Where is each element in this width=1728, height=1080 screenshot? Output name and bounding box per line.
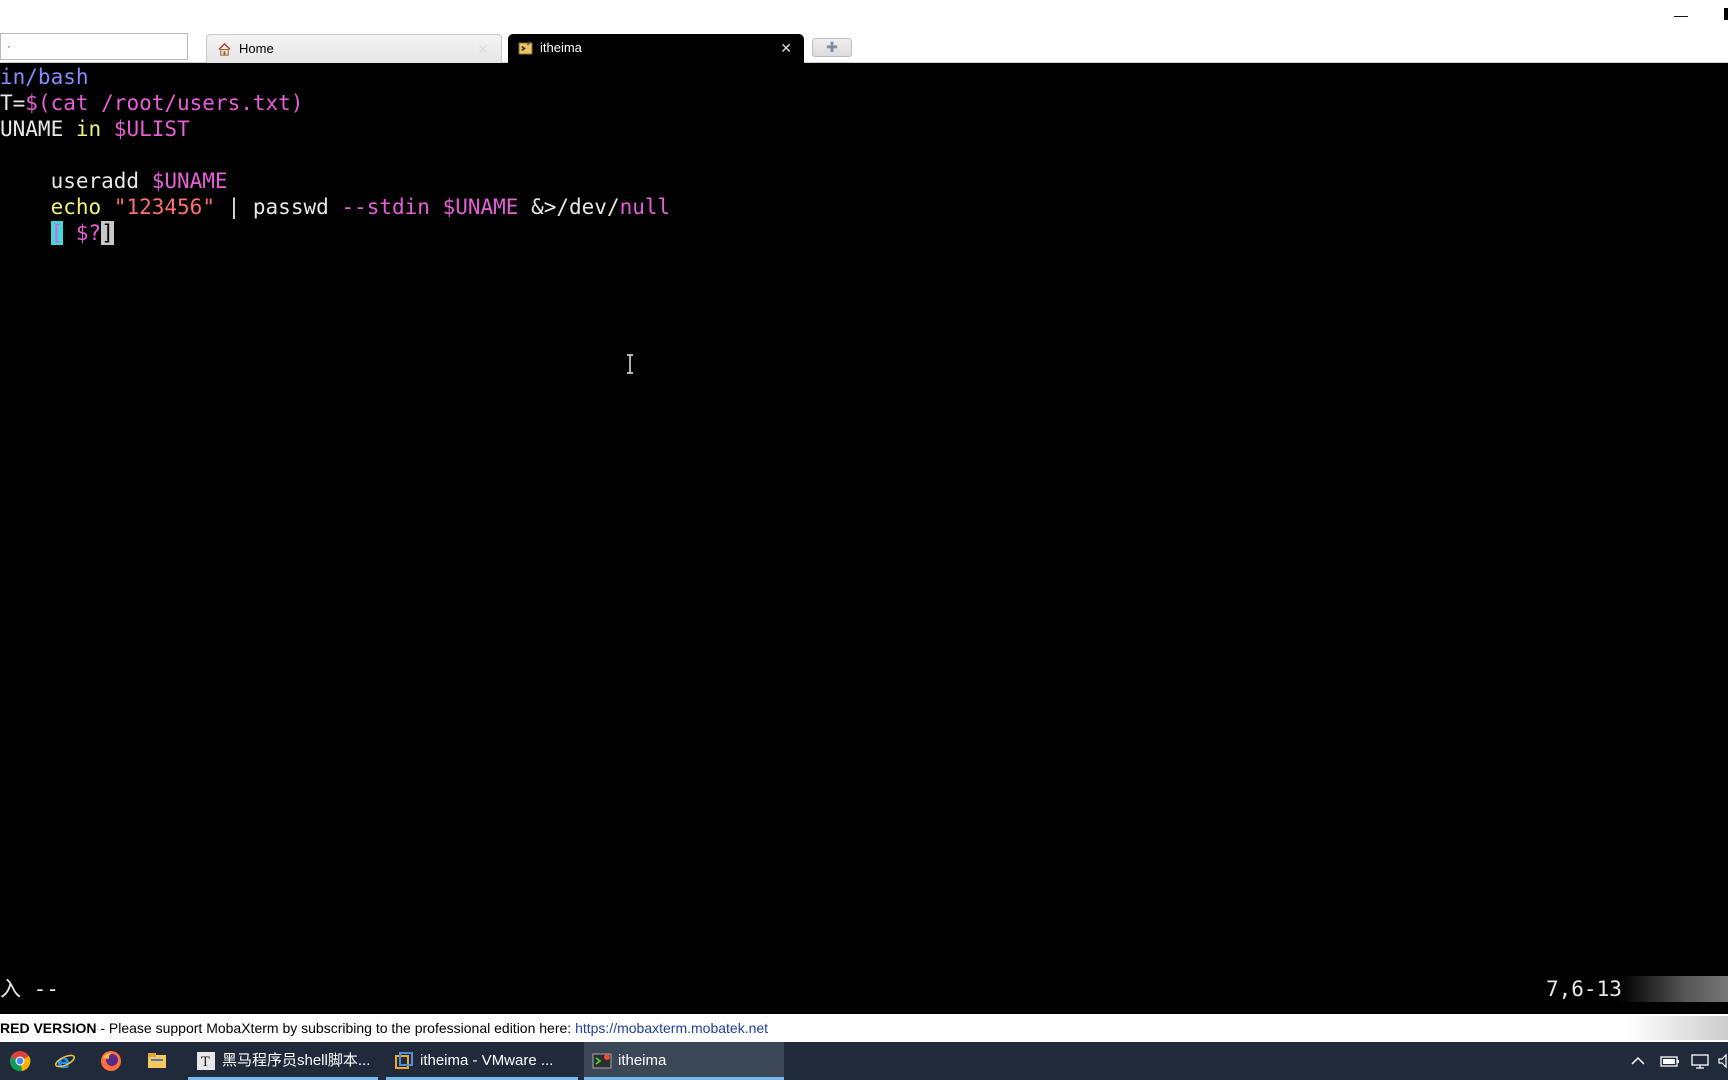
taskbar-app-label: itheima [618, 1052, 667, 1069]
code-token: echo [50, 195, 102, 219]
typora-icon: T [197, 1052, 215, 1070]
code-token: useradd [0, 169, 152, 193]
code-line-5: useradd $UNAME [0, 168, 228, 194]
tab-itheima-label: itheima [540, 40, 582, 55]
minimize-button[interactable]: — [1666, 4, 1696, 26]
text-cursor: ] [101, 221, 114, 245]
vim-cursor-position: 7,6-13 [1546, 977, 1622, 1001]
volume-icon[interactable] [1718, 1052, 1728, 1070]
quick-connect-input[interactable]: · [0, 33, 188, 60]
taskbar-app-label: 黑马程序员shell脚本... [222, 1052, 371, 1069]
taskbar-app-typora[interactable]: T 黑马程序员shell脚本... [188, 1042, 378, 1080]
tab-home-close-icon[interactable]: ✕ [477, 35, 489, 63]
code-token: in/bash [0, 65, 89, 89]
session-tab-bar: · Home ✕ itheima ✕ ✚ [0, 30, 1728, 63]
tab-itheima[interactable]: itheima ✕ [508, 34, 804, 63]
code-token: null [619, 195, 671, 219]
code-token: &>/dev/ [518, 195, 620, 219]
code-line-7: [ $?] [0, 220, 114, 246]
code-token: in [75, 117, 102, 141]
code-token: --stdin [341, 195, 430, 219]
code-token: $(cat /root/users.txt) [25, 91, 304, 115]
tab-home[interactable]: Home ✕ [206, 34, 502, 63]
banner-title: RED VERSION [0, 1020, 97, 1036]
internet-explorer-icon[interactable]: e [54, 1050, 76, 1072]
battery-icon[interactable] [1660, 1052, 1680, 1070]
taskbar-app-vmware[interactable]: itheima - VMware ... [386, 1042, 578, 1080]
windows-taskbar: e T 黑马程序员shell脚本... itheima - VMware ... [0, 1042, 1728, 1080]
svg-text:e: e [57, 1051, 70, 1072]
file-explorer-icon[interactable] [146, 1050, 168, 1072]
taskbar-app-label: itheima - VMware ... [420, 1052, 554, 1069]
code-line-2: T=$(cat /root/users.txt) [0, 90, 303, 116]
unregistered-banner: RED VERSION - Please support MobaXterm b… [0, 1014, 1728, 1042]
mouse-ibeam-cursor-icon [627, 354, 633, 374]
banner-link[interactable]: https://mobaxterm.mobatek.net [575, 1020, 768, 1036]
code-token: "123456" [113, 195, 215, 219]
banner-message: - Please support MobaXterm by subscribin… [96, 1020, 576, 1036]
code-line-3: UNAME in $ULIST [0, 116, 190, 142]
mobaxterm-icon [592, 1053, 612, 1069]
overlay-fade [1620, 976, 1728, 1002]
firefox-icon[interactable] [100, 1050, 122, 1072]
terminal-icon [518, 41, 533, 55]
code-token: UNAME [0, 117, 76, 141]
code-line-1: in/bash [0, 64, 89, 90]
maximize-button-edge[interactable] [1724, 8, 1728, 20]
code-token: $UNAME [442, 195, 519, 219]
vim-mode-indicator: 插入 -- [0, 977, 59, 1001]
tab-home-label: Home [239, 41, 274, 56]
code-token: $? [75, 221, 102, 245]
matched-bracket: [ [50, 221, 64, 245]
home-icon [218, 42, 231, 56]
banner-fade [1628, 1016, 1728, 1040]
vmware-icon [395, 1052, 413, 1069]
terminal-area[interactable]: in/bash T=$(cat /root/users.txt) UNAME i… [0, 64, 1728, 1014]
chrome-icon[interactable] [9, 1050, 31, 1072]
taskbar-app-mobaxterm[interactable]: itheima [584, 1042, 784, 1080]
window-titlebar: — [0, 0, 1728, 30]
chevron-up-icon[interactable] [1630, 1052, 1646, 1070]
tab-itheima-close-icon[interactable]: ✕ [780, 34, 792, 62]
network-icon[interactable] [1690, 1052, 1710, 1070]
code-line-6: echo "123456" | passwd --stdin $UNAME &>… [0, 194, 671, 220]
code-token: $UNAME [151, 169, 228, 193]
new-tab-button[interactable]: ✚ [812, 38, 852, 57]
code-token: $ULIST [113, 117, 190, 141]
svg-text:T: T [201, 1055, 210, 1070]
code-token: T= [0, 91, 26, 115]
code-token: | passwd [214, 195, 342, 219]
